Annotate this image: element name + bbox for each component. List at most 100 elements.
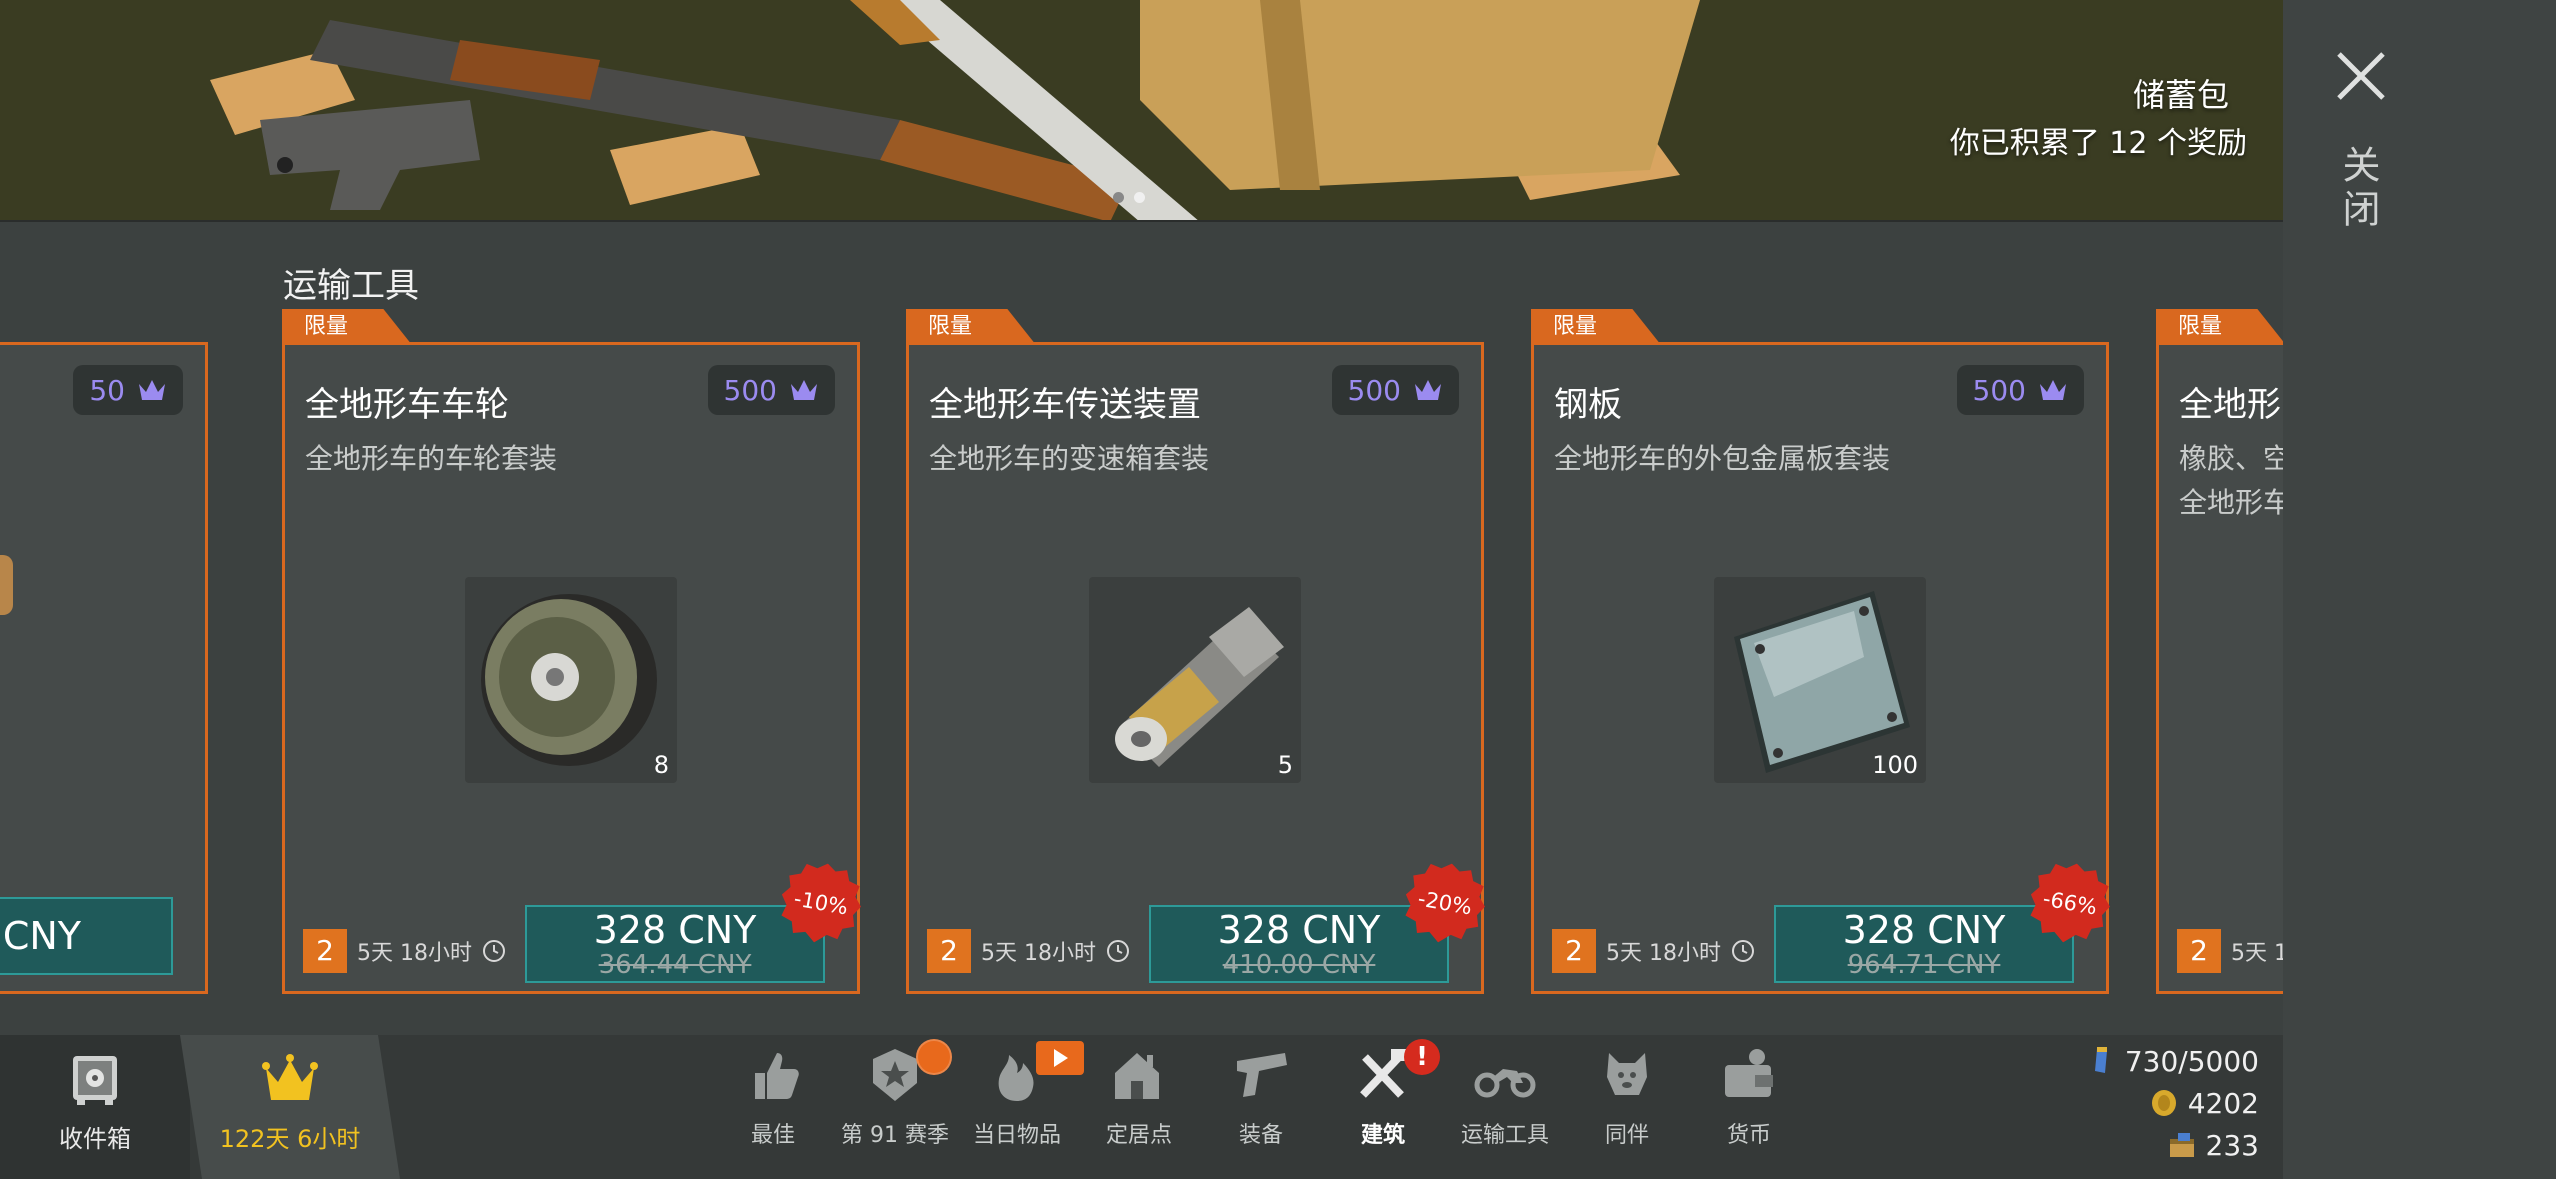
price-original: 964.71 CNY [1847,950,2001,980]
bottom-bar: 收件箱 122天 6小时 最佳 第 91 赛季 当日物品 定居点 装备 ! 建筑… [0,1035,2283,1179]
crown-price: 500 [723,373,777,407]
price-current: 328 CNY [1842,908,2006,952]
banner-weapons-illustration [0,0,2283,220]
wallet-icon [1725,1049,1773,1097]
crown-icon [262,1054,318,1100]
energy-counter: 730/5000 [2085,1041,2259,1081]
offer-timer: 2 5天 18小时 [1552,929,1755,973]
nav-companion[interactable]: 同伴 [1566,1035,1688,1179]
banner-title: 储蓄包 [2132,76,2229,114]
purchase-limit-count: 2 [927,929,971,973]
nav-transport-label: 运输工具 [1460,1123,1549,1148]
offer-description-line: 橡胶、空 [2179,442,2283,475]
purchase-limit-count: 2 [1552,929,1596,973]
tab-storage[interactable]: 收件箱 [0,1035,190,1179]
offer-card-wheels[interactable]: 限量 500 全地形车车轮 全地形车的车轮套装 8 2 5天 18小时 328 … [282,309,860,994]
buy-button[interactable]: 8 CNY [0,897,173,975]
limited-tag: 限量 [282,309,412,345]
price-original: 364.44 CNY [598,950,752,980]
offer-timer: 2 5天 18小时 [927,929,1130,973]
offer-description: 全地形车的外包金属板套装 [1554,442,1891,475]
close-icon[interactable] [2333,48,2389,104]
offer-timer: 2 5天 18小时 [303,929,506,973]
offer-description-line: 全地形车 [2179,486,2283,519]
video-badge-icon [1036,1041,1084,1075]
play-icon [1054,1049,1068,1067]
motorcycle-icon [1474,1069,1536,1098]
price-current: 8 CNY [0,914,81,958]
nav-daily-label: 当日物品 [972,1123,1061,1148]
offer-card[interactable]: 限量 全地形 橡胶、空 全地形车 2 5天 1 [2156,309,2283,994]
close-label[interactable]: 关闭 [2331,145,2386,233]
nav-season[interactable]: 第 91 赛季 [834,1035,956,1179]
safe-icon [73,1056,117,1105]
item-thumbnail[interactable]: 100 [1714,577,1926,783]
offers-carousel[interactable]: 50 8 CNY 限量 500 全地形车车轮 全地形车的车轮套装 8 2 [0,300,2283,1000]
nav-equipment-label: 装备 [1238,1123,1283,1148]
offer-description: 全地形车的车轮套装 [305,442,558,475]
coin-value: 4202 [2187,1086,2259,1120]
house-icon [1115,1053,1159,1099]
crown-price: 500 [1347,373,1401,407]
offer-title: 钢板 [1554,385,1622,425]
buy-button[interactable]: 328 CNY 410.00 CNY [1149,905,1449,983]
nav-daily[interactable]: 当日物品 [956,1035,1084,1179]
crown-icon [139,380,165,400]
partial-item-image [0,555,13,615]
time-remaining: 5天 18小时 [357,941,472,966]
buy-button[interactable]: 328 CNY 364.44 CNY [525,905,825,983]
item-quantity: 8 [653,751,669,779]
offer-description: 全地形车的变速箱套装 [929,442,1210,475]
coin-counter: 4202 [2148,1083,2259,1123]
crown-price-badge: 500 [707,365,835,415]
crown-price: 50 [89,373,125,407]
nav-currency-label: 货币 [1726,1123,1771,1148]
thumbs-up-icon [755,1053,799,1099]
banner-dot[interactable] [1113,192,1124,203]
purchase-limit-count: 2 [303,929,347,973]
tab-storage-label: 收件箱 [59,1125,131,1153]
energy-drink-icon [2094,1047,2107,1073]
banner-dot-active[interactable] [1134,192,1145,203]
clock-icon [483,940,505,962]
crown-price-badge: 500 [1331,365,1459,415]
coin-icon [2151,1090,2176,1116]
crate-value: 233 [2205,1128,2259,1162]
crown-price-badge: 500 [1956,365,2084,415]
nav-settlement[interactable]: 定居点 [1078,1035,1200,1179]
nav-currency[interactable]: 货币 [1688,1035,1810,1179]
time-remaining: 5天 18小时 [981,941,1096,966]
crate-counter: 233 [2166,1125,2259,1165]
limited-tag: 限量 [906,309,1036,345]
close-rail[interactable]: 关闭 [2283,0,2556,1179]
offer-card[interactable]: 50 8 CNY [0,342,208,994]
time-remaining: 5天 18小时 [1606,941,1721,966]
crown-icon [1415,380,1441,400]
clock-icon [1107,940,1129,962]
nav-building[interactable]: ! 建筑 [1322,1035,1444,1179]
offer-timer: 2 5天 1 [2177,929,2283,973]
gearbox-icon [1115,607,1284,767]
offer-title: 全地形车传送装置 [929,385,1201,425]
nav-building-label: 建筑 [1360,1123,1405,1148]
limited-tag: 限量 [1531,309,1661,345]
item-thumbnail[interactable]: 8 [465,577,677,783]
pistol-icon [1237,1053,1287,1097]
price-original: 410.00 CNY [1222,950,1376,980]
offer-title: 全地形 [2179,385,2281,425]
offer-card-steel-plate[interactable]: 限量 500 钢板 全地形车的外包金属板套装 100 2 5天 18小时 328… [1531,309,2109,994]
nav-transport[interactable]: 运输工具 [1444,1035,1566,1179]
purchase-limit-count: 2 [2177,929,2221,973]
nav-best[interactable]: 最佳 [712,1035,834,1179]
fire-badge-icon [916,1039,952,1075]
price-current: 328 CNY [593,908,757,952]
nav-equipment[interactable]: 装备 [1200,1035,1322,1179]
buy-button[interactable]: 328 CNY 964.71 CNY [1774,905,2074,983]
banner-pager[interactable] [1113,192,1145,203]
offer-card-transmission[interactable]: 限量 500 全地形车传送装置 全地形车的变速箱套装 5 2 5天 18小时 3… [906,309,1484,994]
tab-vip[interactable]: 122天 6小时 [180,1035,400,1179]
item-thumbnail[interactable]: 5 [1089,577,1301,783]
promo-banner[interactable]: 储蓄包 你已积累了 12 个奖励 [0,0,2283,222]
nav-companion-label: 同伴 [1604,1123,1649,1148]
nav-season-label: 第 91 赛季 [841,1123,949,1148]
